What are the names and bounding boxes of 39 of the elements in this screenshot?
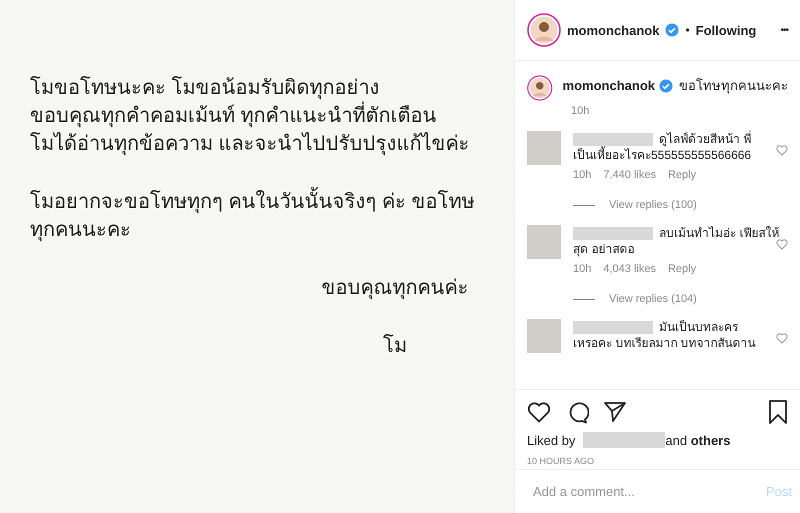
reply-link[interactable]: Reply — [668, 169, 696, 181]
note-text: ทุกคนนะคะ — [30, 218, 131, 244]
heart-icon[interactable] — [527, 401, 551, 423]
likes-count[interactable]: 4,043 likes — [603, 263, 656, 275]
share-icon[interactable] — [603, 401, 627, 423]
comment-text: ดูไลฟ์ด้วยสีหน้า พี่ — [659, 131, 752, 146]
comment-time: 10h — [573, 263, 592, 275]
note-text: โมอยากจะขอโทษทุกๆ คนในวันนั้นจริงๆ ค่ะ ขอโทษ — [30, 188, 475, 216]
post-timestamp: 10 HOURS AGO — [527, 456, 596, 466]
username[interactable]: momonchanok — [567, 22, 660, 38]
comment-time: 10h — [573, 169, 592, 181]
note-text: โมได้อ่านทุกข้อความ และจะนำไปปรับปรุงแก้ไขค่ะ — [30, 131, 470, 158]
bookmark-icon[interactable] — [768, 400, 788, 424]
comment-text: มันเป็นบทละคร — [659, 319, 738, 335]
likes-count[interactable]: 7,440 likes — [603, 169, 656, 181]
avatar-image — [527, 131, 561, 165]
more-button[interactable]: ••• — [780, 24, 788, 36]
caption-time: 10h — [571, 105, 590, 117]
separator-dot: • — [685, 23, 690, 37]
others-link[interactable]: and others — [665, 432, 730, 448]
avatar-image — [527, 319, 561, 353]
signoff-text: โม — [383, 333, 407, 359]
avatar-image — [527, 225, 561, 259]
comment-text: สุด อย่าสดอ — [573, 241, 634, 257]
comment-field[interactable]: Add a comment... — [531, 483, 766, 500]
view-replies-link[interactable]: View replies (100) — [609, 199, 697, 211]
liked-by-label: Liked by — [527, 432, 576, 448]
comment-text: เหรอคะ บทเรียลมาก บทจากสันดาน — [573, 335, 756, 351]
note-text: โมขอโทษนะคะ โมขอน้อมรับผิดทุกอย่าง — [30, 75, 380, 102]
caption-text: ขอโทษทุกคนนะคะ — [679, 77, 788, 96]
view-replies-link[interactable]: View replies (104) — [609, 293, 697, 305]
comment-text: เป็นเหี้ยอะไรคะ555555555566666 — [573, 147, 752, 163]
username[interactable]: momonchanok — [562, 78, 655, 93]
comment-text: ลบเม้นทำไมอ่ะ เฟียสให้ — [659, 225, 780, 241]
avatar-icon — [527, 13, 561, 47]
note-text: ขอบคุณทุกคำคอมเม้นท์ ทุกคำแนะนำที่ตักเตือน — [30, 102, 437, 130]
reply-link[interactable]: Reply — [668, 263, 696, 275]
following-button[interactable]: Following — [696, 22, 756, 38]
signoff-text: ขอบคุณทุกคนค่ะ — [322, 276, 468, 302]
